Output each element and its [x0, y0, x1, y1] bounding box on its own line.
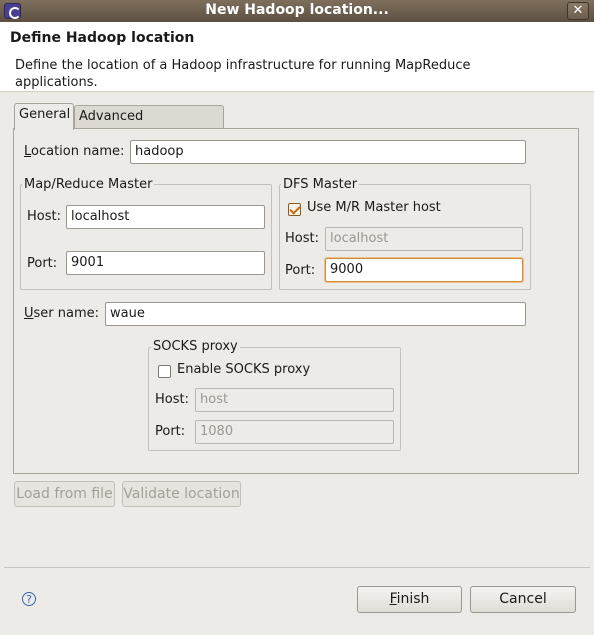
finish-button[interactable]: Finish: [357, 586, 462, 613]
mr-host-input[interactable]: localhost: [66, 205, 265, 229]
socks-host-input[interactable]: host: [195, 388, 394, 412]
cancel-button[interactable]: Cancel: [470, 586, 576, 613]
enable-socks-proxy-checkbox[interactable]: [158, 365, 171, 378]
tab-general[interactable]: General: [14, 103, 74, 130]
user-name-label: User name:: [24, 306, 100, 321]
socks-proxy-legend: SOCKS proxy: [151, 339, 240, 354]
mr-port-label: Port:: [27, 256, 58, 271]
header-title: Define Hadoop location: [10, 30, 195, 46]
user-name-input[interactable]: waue: [105, 302, 526, 326]
help-icon[interactable]: ?: [22, 592, 36, 606]
location-name-label: Location name:: [24, 144, 125, 159]
load-from-file-button[interactable]: Load from file: [14, 481, 115, 507]
mr-port-input[interactable]: 9001: [66, 251, 265, 275]
header-description: Define the location of a Hadoop infrastr…: [15, 58, 471, 90]
mapreduce-master-legend: Map/Reduce Master: [22, 177, 155, 192]
dfs-port-input[interactable]: 9000: [325, 258, 523, 282]
dfs-port-label: Port:: [285, 263, 316, 278]
tab-advanced-parameters[interactable]: Advanced parameters: [74, 105, 224, 146]
location-name-input[interactable]: hadoop: [130, 140, 526, 164]
window-title: New Hadoop location...: [205, 2, 389, 18]
socks-port-input[interactable]: 1080: [195, 420, 394, 444]
enable-socks-proxy-label: Enable SOCKS proxy: [177, 362, 311, 377]
dfs-host-label: Host:: [285, 231, 319, 246]
socks-host-label: Host:: [155, 392, 189, 407]
dfs-master-legend: DFS Master: [281, 177, 360, 192]
dfs-host-input[interactable]: localhost: [325, 227, 523, 251]
use-mr-master-host-checkbox[interactable]: [288, 203, 301, 216]
use-mr-master-host-label: Use M/R Master host: [307, 200, 441, 215]
footer-separator: [4, 567, 590, 568]
validate-location-button[interactable]: Validate location: [122, 481, 241, 507]
mr-host-label: Host:: [27, 209, 61, 224]
socks-port-label: Port:: [155, 424, 186, 439]
close-icon[interactable]: ✕: [567, 2, 589, 20]
